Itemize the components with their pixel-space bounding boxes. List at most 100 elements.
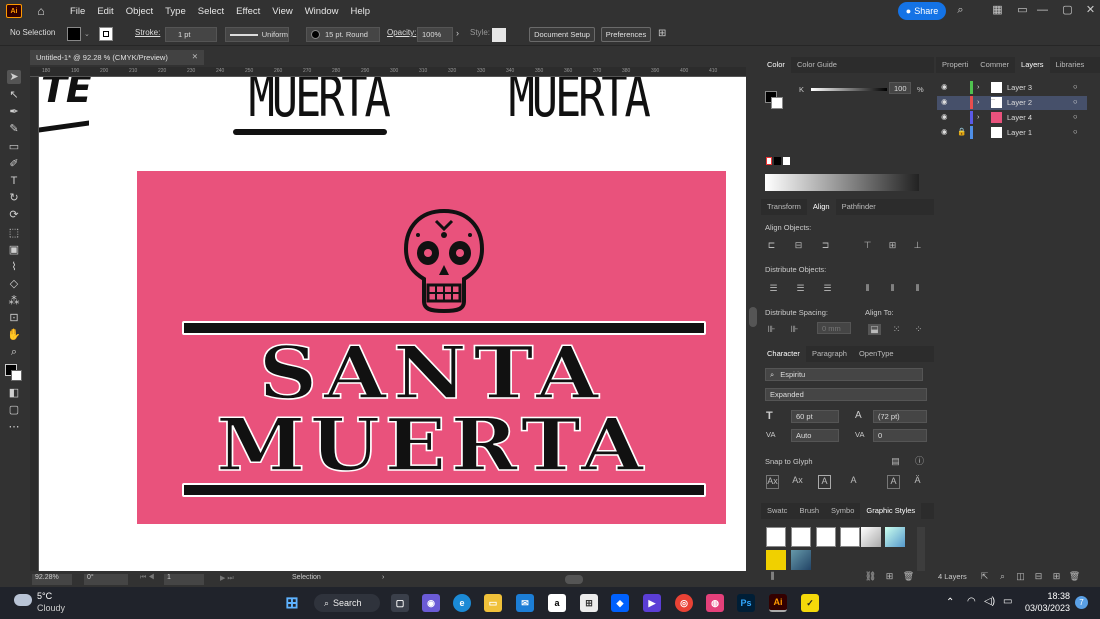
amazon-icon[interactable]: a [548,594,566,612]
align-bottom-icon[interactable]: ⊥ [911,240,924,251]
chevron-down-icon[interactable]: ⌄ [84,30,90,38]
cloud-icon[interactable] [14,594,32,606]
style-blue[interactable] [885,527,905,547]
minimize-icon[interactable]: — [1036,4,1049,17]
free-transform-tool-icon[interactable]: ⬚ [7,226,21,240]
menu-select[interactable]: Select [198,6,224,17]
tab-properties[interactable]: Properti [936,57,974,73]
variable-width-profile[interactable]: Uniform [225,27,289,42]
tab-pathfinder[interactable]: Pathfinder [836,199,882,215]
chrome-icon[interactable]: ◎ [675,594,693,612]
menu-window[interactable]: Window [305,6,339,17]
preferences-button[interactable]: Preferences [601,27,651,42]
menu-view[interactable]: View [272,6,292,17]
pink-artboard-card[interactable]: SANTA MUERTA [137,171,726,524]
paintbrush-tool-icon[interactable]: ✐ [7,157,21,171]
blend-tool-icon[interactable]: ◇ [7,277,21,291]
layer-row[interactable]: ◉ › Layer 3 ○ [937,81,1087,95]
tab-paragraph[interactable]: Paragraph [806,346,853,362]
arrange-documents-icon[interactable]: ▦ [991,4,1004,17]
tab-color[interactable]: Color [761,57,791,73]
target-icon[interactable]: ○ [1073,112,1078,121]
kerning-field[interactable]: Auto [791,429,839,442]
align-right-icon[interactable]: ⊐ [819,240,832,251]
clock-date[interactable]: 03/03/2023 [1024,603,1070,613]
menu-file[interactable]: File [70,6,85,17]
layer-name[interactable]: Layer 4 [1007,113,1032,122]
font-style-field[interactable]: Expanded [765,388,927,401]
locate-object-icon[interactable]: ⌕ [996,571,1009,582]
tab-brushes[interactable]: Brush [793,503,825,519]
style-libraries-icon[interactable]: ⫼ [766,571,779,582]
tab-symbols[interactable]: Symbo [825,503,860,519]
spacing-field[interactable]: 0 mm [817,322,851,334]
rectangle-tool-icon[interactable]: ▭ [7,140,21,154]
photoshop-icon[interactable]: Ps [737,594,755,612]
styles-scrollbar[interactable] [917,527,925,571]
target-icon[interactable]: ○ [1073,127,1078,136]
tab-libraries[interactable]: Libraries [1050,57,1091,73]
warp-tool-icon[interactable]: ⟳ [7,208,21,222]
distribute-vspace-icon[interactable]: ⊪ [765,324,778,335]
k-value-field[interactable]: 100 [889,82,911,94]
artboard-canvas[interactable]: TE MUERTA MUERTA SANTA MUERTA [39,77,746,571]
stroke-weight-field[interactable]: 1 pt [165,27,217,42]
menu-type[interactable]: Type [165,6,186,17]
weather-temp[interactable]: 5°C [37,591,52,601]
export-icon[interactable]: ⇱ [978,571,991,582]
color-spectrum[interactable] [765,174,919,191]
rotation-field[interactable]: 0° [84,574,128,585]
eye-icon[interactable]: ◉ [941,97,948,106]
status-arrow-icon[interactable]: › [382,574,384,581]
screen-mode-icon[interactable]: ▢ [7,403,21,417]
windows-start-icon[interactable]: ⊞ [283,594,301,612]
distribute-vcenter-icon[interactable]: ☰ [794,283,807,294]
align-to-selection-icon[interactable]: ⬓ [868,324,881,335]
align-vcenter-icon[interactable]: ⊞ [886,240,899,251]
chevron-up-icon[interactable]: ⌃ [946,597,954,608]
style-red-none[interactable] [840,527,860,547]
menu-effect[interactable]: Effect [236,6,260,17]
target-icon[interactable]: ○ [1073,97,1078,106]
menu-help[interactable]: Help [351,6,371,17]
font-size-field[interactable]: 60 pt [791,410,839,423]
tab-comments[interactable]: Commer [974,57,1015,73]
search-icon[interactable]: ⌕ [954,4,967,17]
style-shadow[interactable] [861,527,881,547]
snap-anchor-icon[interactable]: Ä [911,475,924,489]
zoom-field[interactable]: 92.28% [32,574,72,585]
snap-xheight-icon[interactable]: Ax [791,475,804,489]
tab-color-guide[interactable]: Color Guide [791,57,843,73]
align-left-icon[interactable]: ⊏ [765,240,778,251]
new-style-icon[interactable]: ⊞ [883,571,896,582]
distribute-top-icon[interactable]: ☰ [767,283,780,294]
fill-swatch[interactable] [67,27,81,41]
horizontal-scroll-thumb[interactable] [565,575,583,584]
photos-icon[interactable]: ◍ [706,594,724,612]
clock-time[interactable]: 18:38 [1024,591,1070,601]
eye-icon[interactable]: ◉ [941,82,948,91]
curvature-tool-icon[interactable]: ✎ [7,122,21,136]
align-top-icon[interactable]: ⊤ [861,240,874,251]
layer-name[interactable]: Layer 1 [1007,128,1032,137]
zoom-tool-icon[interactable]: ⌕ [7,345,21,359]
illustrator-icon[interactable]: Ai [769,594,787,612]
stroke-label[interactable]: Stroke: [135,28,160,37]
style-texture[interactable] [791,550,811,570]
tab-graphic-styles[interactable]: Graphic Styles [860,503,922,519]
align-to-key-object-icon[interactable]: ⁙ [890,324,903,335]
eye-icon[interactable]: ◉ [941,112,948,121]
direct-selection-tool-icon[interactable]: ↖ [7,88,21,102]
symbol-sprayer-tool-icon[interactable]: ⁂ [7,294,21,308]
tab-opentype[interactable]: OpenType [853,346,900,362]
none-swatch[interactable] [766,157,772,165]
brush-definition[interactable]: 15 pt. Round [306,27,380,42]
gradient-tool-icon[interactable]: ▣ [7,243,21,257]
tab-character[interactable]: Character [761,346,806,362]
chevron-right-icon[interactable]: › [456,28,459,38]
new-sublayer-icon[interactable]: ⊟ [1032,571,1045,582]
stroke-color-icon[interactable] [11,370,22,381]
new-layer-icon[interactable]: ⊞ [1050,571,1063,582]
vertical-scrollbar[interactable] [747,77,759,571]
black-swatch[interactable] [774,157,781,165]
